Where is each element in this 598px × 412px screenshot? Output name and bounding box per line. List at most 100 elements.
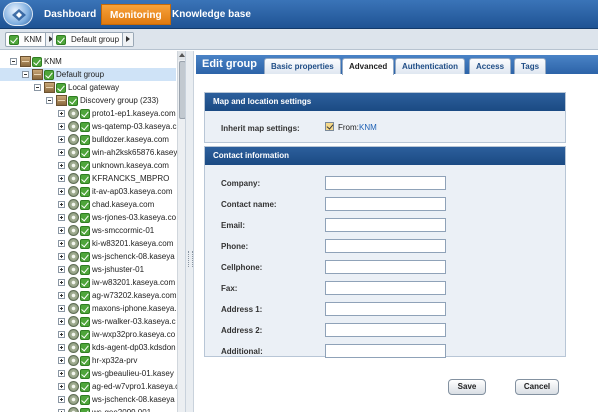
tab-tags[interactable]: Tags	[514, 58, 547, 74]
tree-device-item[interactable]: it-av-ap03.kaseya.com	[0, 185, 176, 198]
expand-icon[interactable]	[58, 240, 65, 247]
pane-splitter[interactable]	[186, 51, 194, 412]
tree-device-item[interactable]: ws-qatemp-03.kaseya.c	[0, 120, 176, 133]
collapse-icon[interactable]	[10, 58, 17, 65]
expand-icon[interactable]	[58, 175, 65, 182]
breadcrumb-item-knm[interactable]: KNM	[5, 32, 57, 47]
status-ok-icon	[80, 369, 90, 379]
tree-device-item[interactable]: maxons-iphone.kaseya.	[0, 302, 177, 315]
expand-icon[interactable]	[58, 162, 65, 169]
tree-group-item[interactable]: Default group	[0, 68, 176, 81]
nav-tab-knowledge-base[interactable]: Knowledge base	[164, 4, 259, 25]
tree-device-item[interactable]: KFRANCKS_MBPRO	[0, 172, 176, 185]
contact-field-label: Company:	[221, 179, 261, 188]
contact-field-row: Address 1:	[205, 302, 565, 318]
group-folder-icon	[56, 95, 67, 106]
status-ok-icon	[56, 83, 66, 93]
contact-field-input[interactable]	[325, 197, 446, 211]
contact-field-input[interactable]	[325, 281, 446, 295]
tree-device-item[interactable]: ws-gbeaulieu-01.kasey	[0, 367, 176, 380]
tree-device-item[interactable]: kds-agent-dp03.kdsdon	[0, 341, 176, 354]
from-link[interactable]: KNM	[359, 123, 377, 132]
contact-field-input[interactable]	[325, 260, 446, 274]
contact-field-input[interactable]	[325, 302, 446, 316]
expand-icon[interactable]	[58, 344, 65, 351]
chevron-right-icon[interactable]	[122, 33, 134, 46]
contact-field-input[interactable]	[325, 323, 446, 337]
expand-icon[interactable]	[58, 214, 65, 221]
tree-group-item[interactable]: KNM	[0, 55, 176, 68]
expand-icon[interactable]	[58, 136, 65, 143]
expand-icon[interactable]	[58, 370, 65, 377]
tree-device-item[interactable]: ws-jshuster-01	[0, 263, 176, 276]
device-icon	[68, 238, 79, 249]
tree-device-item[interactable]: ws-rjones-03.kaseya.co	[0, 211, 176, 224]
breadcrumb-item-default-group[interactable]: Default group	[52, 32, 135, 47]
tree-device-item[interactable]: ws-smccormic-01	[0, 224, 176, 237]
tree-device-item[interactable]: iw-w83201.kaseya.com	[0, 276, 176, 289]
tree-device-item[interactable]: bulldozer.kaseya.com	[0, 133, 176, 146]
expand-icon[interactable]	[58, 266, 65, 273]
kaseya-logo-icon[interactable]	[3, 2, 33, 26]
tree-item-label: ws-smccormic-01	[92, 226, 155, 235]
tree-device-item[interactable]: unknown.kaseya.com	[0, 159, 176, 172]
nav-tab-monitoring[interactable]: Monitoring	[101, 4, 171, 25]
tree-device-item[interactable]: ws-gee2099.001	[0, 406, 176, 412]
tree-scrollbar[interactable]	[177, 51, 185, 412]
device-icon	[68, 147, 79, 158]
tree-item-label: chad.kaseya.com	[92, 200, 155, 209]
tab-basic-properties[interactable]: Basic properties	[264, 58, 341, 74]
status-ok-icon	[80, 278, 90, 288]
tab-advanced[interactable]: Advanced	[342, 58, 395, 75]
tree-group-item[interactable]: Local gateway	[0, 81, 176, 94]
expand-icon[interactable]	[58, 396, 65, 403]
tree-item-label: ws-qatemp-03.kaseya.c	[92, 122, 177, 131]
inherit-map-label: Inherit map settings:	[221, 124, 300, 133]
cancel-button[interactable]: Cancel	[515, 379, 559, 395]
contact-field-label: Address 2:	[221, 326, 263, 335]
collapse-icon[interactable]	[46, 97, 53, 104]
expand-icon[interactable]	[58, 227, 65, 234]
contact-field-input[interactable]	[325, 176, 446, 190]
contact-field-input[interactable]	[325, 344, 446, 358]
collapse-icon[interactable]	[34, 84, 41, 91]
tree-device-item[interactable]: chad.kaseya.com	[0, 198, 176, 211]
expand-icon[interactable]	[58, 201, 65, 208]
tree-device-item[interactable]: ag-ed-w7vpro1.kaseya.c	[0, 380, 179, 393]
expand-icon[interactable]	[58, 279, 65, 286]
expand-icon[interactable]	[58, 123, 65, 130]
contact-field-input[interactable]	[325, 218, 446, 232]
tree-device-item[interactable]: ki-w83201.kaseya.com	[0, 237, 176, 250]
expand-icon[interactable]	[58, 253, 65, 260]
status-ok-icon	[80, 187, 90, 197]
expand-icon[interactable]	[58, 331, 65, 338]
contact-field-label: Phone:	[221, 242, 249, 251]
tree-device-item[interactable]: win-ah2ksk65876.kasey	[0, 146, 177, 159]
expand-icon[interactable]	[58, 292, 65, 299]
expand-icon[interactable]	[58, 357, 65, 364]
collapse-icon[interactable]	[22, 71, 29, 78]
expand-icon[interactable]	[58, 188, 65, 195]
tree-item-label: proto1-ep1.kaseya.com	[92, 109, 176, 118]
expand-icon[interactable]	[58, 110, 65, 117]
tree-device-item[interactable]: iw-wxp32pro.kaseya.co	[0, 328, 176, 341]
scroll-up-icon[interactable]	[178, 51, 185, 60]
tree-device-item[interactable]: proto1-ep1.kaseya.com	[0, 107, 176, 120]
nav-tab-dashboard[interactable]: Dashboard	[36, 4, 104, 25]
tab-access[interactable]: Access	[469, 58, 512, 74]
expand-icon[interactable]	[58, 383, 65, 390]
tree-device-item[interactable]: ws-rwalker-03.kaseya.c	[0, 315, 176, 328]
tab-authentication[interactable]: Authentication	[395, 58, 465, 74]
expand-icon[interactable]	[58, 318, 65, 325]
tree-group-item[interactable]: Discovery group (233)	[0, 94, 176, 107]
tree-device-item[interactable]: ws-jschenck-08.kaseya	[0, 250, 176, 263]
expand-icon[interactable]	[58, 149, 65, 156]
tree-device-item[interactable]: ag-w73202.kaseya.com	[0, 289, 177, 302]
save-button[interactable]: Save	[448, 379, 486, 395]
scrollbar-thumb[interactable]	[179, 61, 185, 119]
tree-device-item[interactable]: hr-xp32a-prv	[0, 354, 176, 367]
expand-icon[interactable]	[58, 305, 65, 312]
inherit-map-checkbox[interactable]	[325, 122, 334, 131]
contact-field-input[interactable]	[325, 239, 446, 253]
tree-device-item[interactable]: ws-jschenck-08.kaseya	[0, 393, 176, 406]
